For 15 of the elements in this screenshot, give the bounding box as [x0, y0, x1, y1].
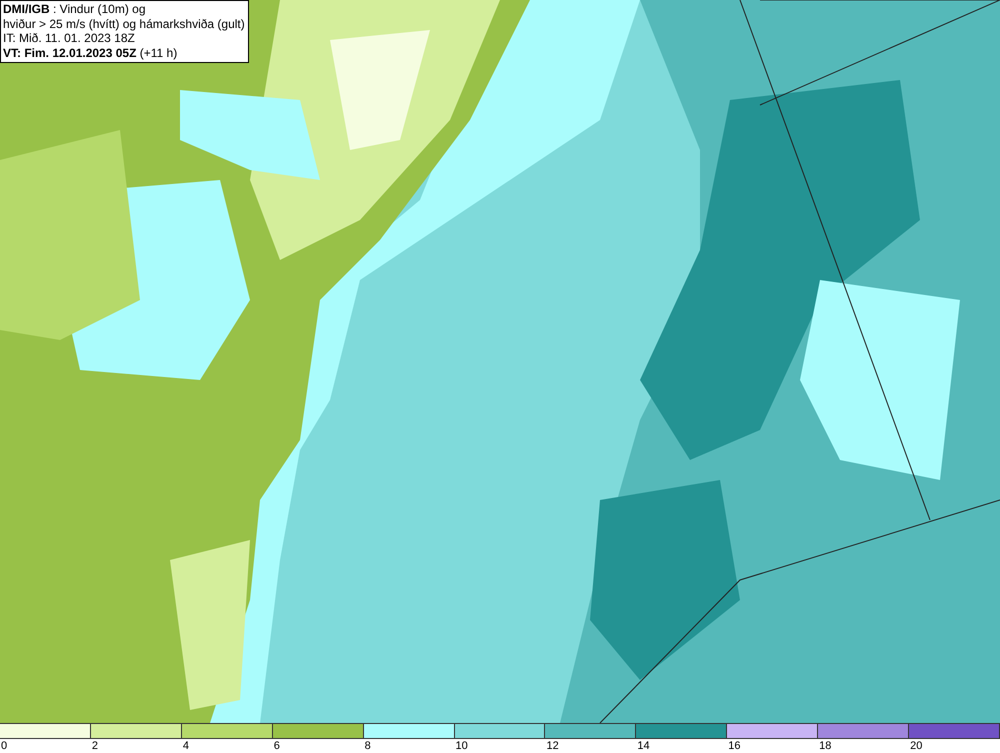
legend-label: 12 [545, 739, 559, 753]
legend-label: 2 [90, 739, 98, 753]
legend-label: 20 [909, 739, 922, 753]
legend-label: 0 [0, 739, 8, 753]
legend-label: 10 [454, 739, 468, 753]
legend-label: 14 [636, 739, 650, 753]
legend-label: 16 [727, 739, 741, 753]
legend-label: 4 [182, 739, 189, 753]
info-line: hviður > 25 m/s (hvítt) og hámarkshviða (gult) [3, 16, 245, 31]
info-line: IT: Mið. 11. 01. 2023 18Z [3, 31, 136, 46]
legend-label: 8 [364, 739, 371, 753]
info-line: VT: Fim. 12.01.2023 05Z (+11 h) [3, 46, 178, 60]
legend-label: 18 [818, 739, 832, 753]
legend-label: 6 [272, 739, 280, 753]
info-line: DMI/IGB : Vindur (10m) og [3, 2, 146, 16]
